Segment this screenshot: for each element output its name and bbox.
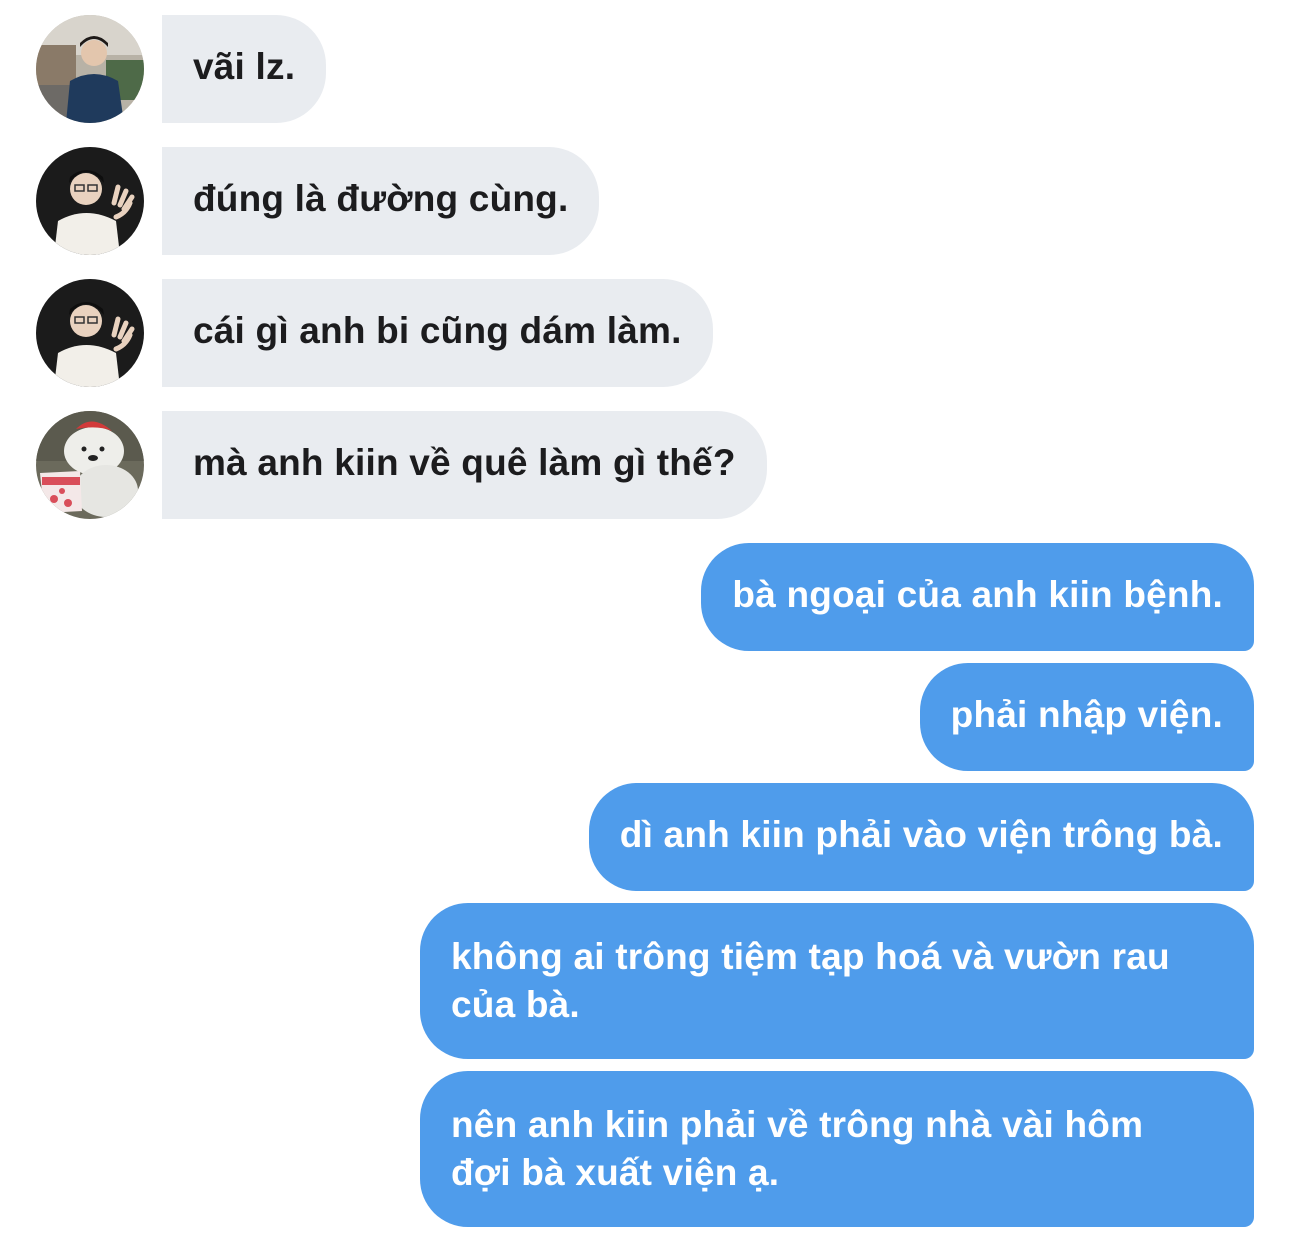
message-text: cái gì anh bi cũng dám làm. — [193, 310, 682, 351]
message-text: mà anh kiin về quê làm gì thế? — [193, 442, 736, 483]
message-text: phải nhập viện. — [950, 694, 1223, 735]
message-text-line: của bà. — [451, 984, 580, 1025]
outgoing-message-bubble[interactable]: không ai trông tiệm tạp hoá và vườn rau … — [420, 903, 1254, 1059]
message-text: dì anh kiin phải vào viện trông bà. — [619, 814, 1223, 855]
message-text: bà ngoại của anh kiin bệnh. — [732, 574, 1223, 615]
message-text-line: nên anh kiin phải về trông nhà vài hôm — [451, 1104, 1144, 1145]
person-glasses-avatar[interactable] — [36, 279, 144, 387]
outgoing-message-bubble[interactable]: nên anh kiin phải về trông nhà vài hôm đ… — [420, 1071, 1254, 1227]
outgoing-message-bubble[interactable]: bà ngoại của anh kiin bệnh. — [701, 543, 1254, 651]
incoming-message-bubble[interactable]: vãi lz. — [162, 15, 327, 123]
message-text-line: không ai trông tiệm tạp hoá và vườn rau — [451, 936, 1170, 977]
bear-icecream-avatar[interactable] — [36, 411, 144, 519]
message-text: vãi lz. — [193, 46, 296, 87]
incoming-message-bubble[interactable]: đúng là đường cùng. — [162, 147, 600, 255]
incoming-message-bubble[interactable]: mà anh kiin về quê làm gì thế? — [162, 411, 767, 519]
person-street-avatar[interactable] — [36, 15, 144, 123]
incoming-message-bubble[interactable]: cái gì anh bi cũng dám làm. — [162, 279, 713, 387]
person-glasses-avatar[interactable] — [36, 147, 144, 255]
outgoing-message-bubble[interactable]: dì anh kiin phải vào viện trông bà. — [588, 783, 1254, 891]
message-text-line: đợi bà xuất viện ạ. — [451, 1152, 780, 1193]
message-text: đúng là đường cùng. — [193, 178, 569, 219]
outgoing-message-bubble[interactable]: phải nhập viện. — [919, 663, 1254, 771]
